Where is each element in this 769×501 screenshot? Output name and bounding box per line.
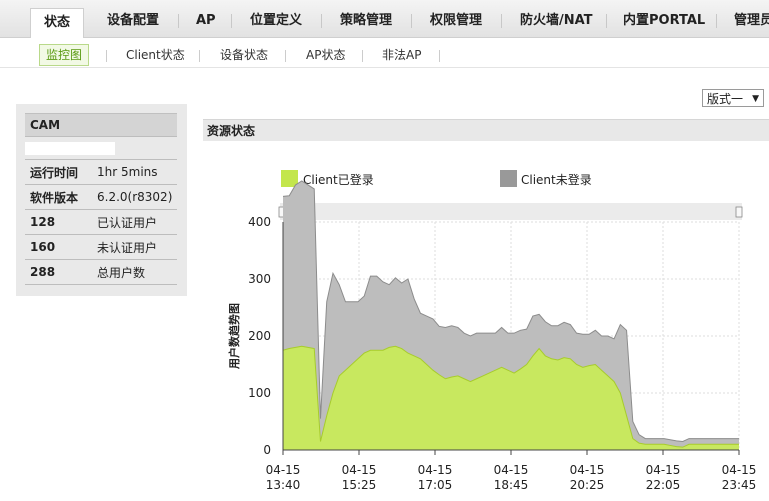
version-label: 软件版本 <box>25 184 92 210</box>
subnav-separator <box>285 50 286 62</box>
y-tick-label: 200 <box>248 329 271 343</box>
total-count: 288 <box>25 259 92 285</box>
x-tick-label-date: 04-15 <box>570 463 605 477</box>
subtab-monitor[interactable]: 监控图 <box>39 44 90 66</box>
y-axis-label: 用户数趋势图 <box>227 303 241 369</box>
info-blank-row <box>25 136 177 160</box>
y-tick-label: 100 <box>248 386 271 400</box>
legend-label-logged-in: Client已登录 <box>303 172 374 187</box>
range-handle-right[interactable] <box>735 206 743 218</box>
tab-firewall-nat[interactable]: 防火墙/NAT <box>520 9 593 33</box>
x-tick-label-time: 18:45 <box>494 478 529 492</box>
nav-separator <box>606 14 607 28</box>
tab-portal[interactable]: 内置PORTAL <box>623 9 705 33</box>
subtab-client-status[interactable]: Client状态 <box>126 46 185 64</box>
tab-permission[interactable]: 权限管理 <box>430 9 482 33</box>
y-tick-label: 300 <box>248 272 271 286</box>
range-selector[interactable] <box>280 203 742 220</box>
y-tick-label: 400 <box>248 215 271 229</box>
subtab-ap-status[interactable]: AP状态 <box>306 46 345 64</box>
authenticated-count: 128 <box>25 209 92 235</box>
tab-policy[interactable]: 策略管理 <box>340 9 392 33</box>
unauthenticated-count: 160 <box>25 234 92 260</box>
tab-admin[interactable]: 管理员 <box>734 9 769 33</box>
nav-separator <box>231 14 232 28</box>
x-tick-label-date: 04-15 <box>418 463 453 477</box>
subnav-separator <box>439 50 440 62</box>
x-tick-label-date: 04-15 <box>342 463 377 477</box>
top-nav: 状态 设备配置 AP 位置定义 策略管理 权限管理 防火墙/NAT 内置PORT… <box>0 0 769 39</box>
nav-separator <box>501 14 502 28</box>
tab-location[interactable]: 位置定义 <box>250 9 302 33</box>
y-tick-label: 0 <box>263 443 271 457</box>
nav-separator <box>716 14 717 28</box>
x-tick-label-date: 04-15 <box>722 463 757 477</box>
uptime-label: 运行时间 <box>25 159 92 185</box>
layout-select-value: 版式一 <box>707 92 744 106</box>
x-tick-label-date: 04-15 <box>494 463 529 477</box>
authenticated-label: 已认证用户 <box>92 209 177 235</box>
subnav-separator <box>199 50 200 62</box>
resource-status-header: 资源状态 <box>203 119 769 141</box>
info-header: CAM <box>25 113 177 137</box>
uptime-value: 1hr 5mins <box>92 159 177 185</box>
x-tick-label-time: 13:40 <box>266 478 301 492</box>
unauthenticated-label: 未认证用户 <box>92 234 177 260</box>
system-info-table: CAM 运行时间 1hr 5mins 软件版本 6.2.0(r8302) 128… <box>25 113 177 285</box>
nav-separator <box>411 14 412 28</box>
subtab-device-status[interactable]: 设备状态 <box>220 46 268 64</box>
x-tick-label-time: 20:25 <box>570 478 605 492</box>
device-name-field <box>25 141 115 155</box>
version-value: 6.2.0(r8302) <box>92 184 177 210</box>
system-info-panel: CAM 运行时间 1hr 5mins 软件版本 6.2.0(r8302) 128… <box>16 104 187 296</box>
tab-ap[interactable]: AP <box>196 9 216 33</box>
tab-device-config[interactable]: 设备配置 <box>107 9 159 33</box>
nav-separator <box>178 14 179 28</box>
x-tick-label-time: 22:05 <box>646 478 681 492</box>
legend-swatch-not-logged-in <box>500 170 517 187</box>
x-tick-label-time: 15:25 <box>342 478 377 492</box>
tab-status[interactable]: 状态 <box>30 8 84 39</box>
x-tick-label-time: 17:05 <box>418 478 453 492</box>
subtab-rogue-ap[interactable]: 非法AP <box>382 46 421 64</box>
sub-nav: 监控图 Client状态 设备状态 AP状态 非法AP <box>0 38 769 68</box>
total-label: 总用户数 <box>92 259 177 285</box>
chevron-down-icon: ▼ <box>752 94 759 104</box>
subnav-separator <box>106 50 107 62</box>
nav-separator <box>321 14 322 28</box>
layout-select[interactable]: 版式一 ▼ <box>702 89 764 107</box>
x-tick-label-date: 04-15 <box>646 463 681 477</box>
x-tick-label-date: 04-15 <box>266 463 301 477</box>
subnav-separator <box>362 50 363 62</box>
x-tick-label-time: 23:45 <box>722 478 757 492</box>
legend-label-not-logged-in: Client未登录 <box>521 172 592 187</box>
user-trend-chart: Client已登录 Client未登录 010020030040004-1513… <box>227 170 757 492</box>
